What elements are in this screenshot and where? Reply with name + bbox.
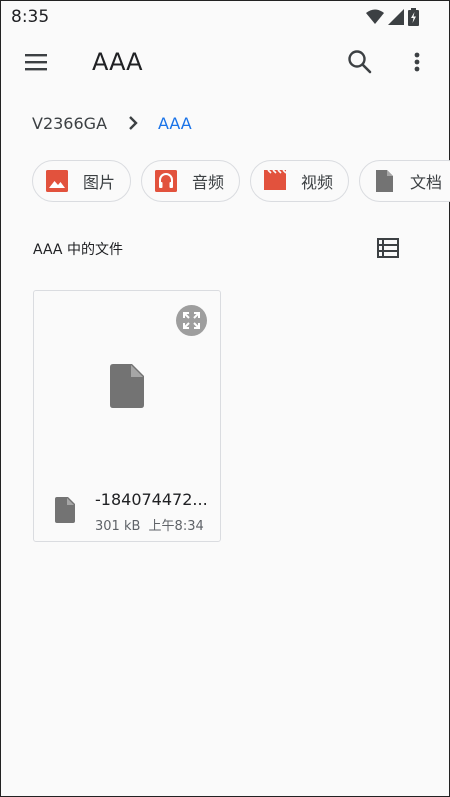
document-icon <box>372 169 396 193</box>
file-size: 301 kB <box>95 519 141 534</box>
movie-icon <box>263 169 287 193</box>
breadcrumb-root[interactable]: V2366GA <box>32 114 107 133</box>
breadcrumb-current[interactable]: AAA <box>158 114 192 133</box>
signal-icon <box>388 9 404 25</box>
status-time: 8:35 <box>11 7 50 27</box>
app-bar: AAA <box>1 33 449 91</box>
headphones-icon <box>154 169 178 193</box>
file-name: -184074472... <box>95 490 208 509</box>
chip-images-label: 图片 <box>83 173 116 192</box>
status-bar: 8:35 <box>1 1 449 33</box>
menu-button[interactable] <box>23 50 49 74</box>
chip-documents[interactable]: 文档 <box>359 160 450 202</box>
menu-icon <box>25 54 47 71</box>
more-vert-icon <box>414 52 420 72</box>
search-icon <box>348 50 372 74</box>
chip-video-label: 视频 <box>301 173 334 192</box>
file-card[interactable]: -184074472... 301 kB 上午8:34 <box>33 290 221 542</box>
chip-video[interactable]: 视频 <box>250 160 349 202</box>
chip-audio-label: 音频 <box>192 173 225 192</box>
page-title: AAA <box>92 48 143 76</box>
file-meta: 301 kB 上午8:34 <box>95 515 204 534</box>
search-button[interactable] <box>346 48 374 76</box>
chevron-right-icon <box>127 115 139 131</box>
breadcrumb: V2366GA AAA <box>32 112 192 134</box>
file-modified-time: 上午8:34 <box>148 519 204 534</box>
expand-preview-button[interactable] <box>176 305 207 336</box>
list-view-icon <box>377 238 399 258</box>
file-icon <box>55 497 75 523</box>
screen: 8:35 AAA V2366GA AAA 图片 音频 视频 文档 AAA 中的文… <box>0 0 450 797</box>
file-thumbnail-icon <box>110 364 144 408</box>
status-icons <box>366 7 419 27</box>
chip-audio[interactable]: 音频 <box>141 160 240 202</box>
chip-images[interactable]: 图片 <box>32 160 131 202</box>
more-options-button[interactable] <box>407 47 427 77</box>
chip-documents-label: 文档 <box>410 173 443 192</box>
list-view-toggle[interactable] <box>377 238 399 258</box>
fullscreen-icon <box>183 312 200 329</box>
section-title: AAA 中的文件 <box>33 242 123 258</box>
image-icon <box>45 169 69 193</box>
filter-chips: 图片 音频 视频 文档 <box>32 160 450 202</box>
battery-charging-icon <box>408 8 419 26</box>
wifi-icon <box>366 9 384 24</box>
